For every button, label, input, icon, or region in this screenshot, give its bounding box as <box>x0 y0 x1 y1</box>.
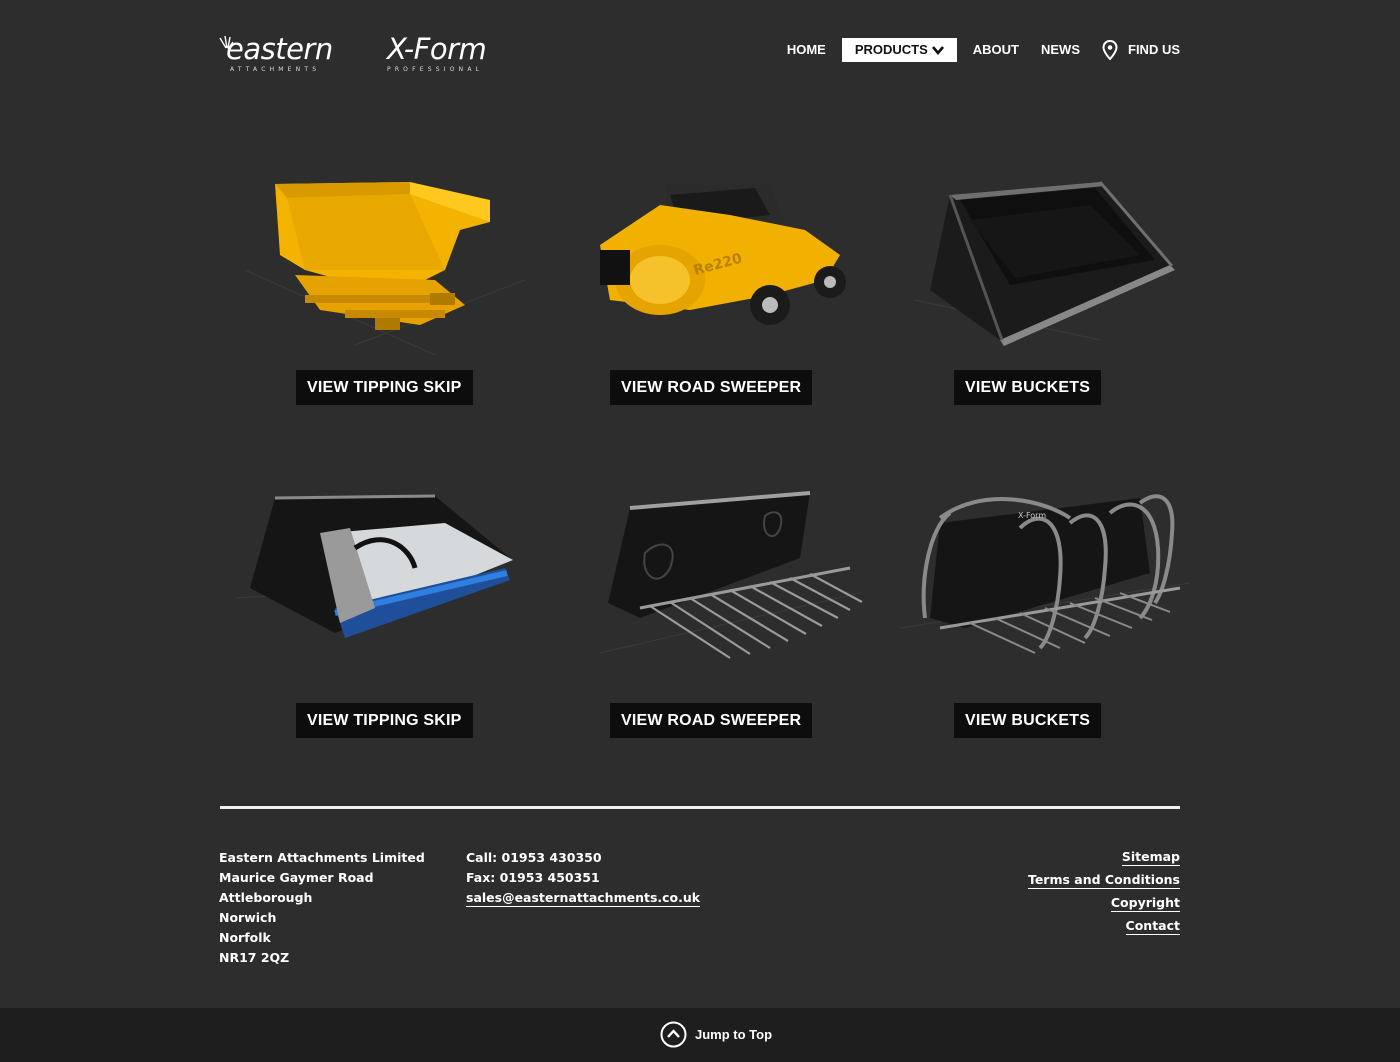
product-card: VIEW TIPPING SKIP <box>220 170 550 410</box>
eastern-logo-word: eastern <box>226 32 333 66</box>
view-button-label: VIEW TIPPING SKIP <box>307 379 462 396</box>
chevron-up-circle-icon <box>660 1021 687 1048</box>
product-card: VIEW BUCKETS <box>885 170 1215 410</box>
email-link[interactable]: sales@easternattachments.co.uk <box>466 889 701 907</box>
svg-text:X-Form: X-Form <box>1018 511 1046 520</box>
product-card: X-Form VIEW BUCKETS <box>885 488 1215 738</box>
view-tipping-skip-button[interactable]: VIEW TIPPING SKIP <box>296 370 473 405</box>
nav-products[interactable]: PRODUCTS <box>841 38 957 62</box>
address-line: Maurice Gaymer Road <box>219 870 374 885</box>
footer-links: Sitemap Terms and Conditions Copyright C… <box>1027 848 1180 940</box>
nav-home-label: HOME <box>786 42 826 57</box>
product-card: VIEW TIPPING SKIP <box>220 488 550 738</box>
contact-details: Call: 01953 430350 Fax: 01953 450351 sal… <box>466 848 701 908</box>
nav-news-label: NEWS <box>1041 42 1080 57</box>
copyright-link[interactable]: Copyright <box>1110 894 1180 912</box>
xform-logo-word: X-Form <box>387 32 487 66</box>
view-button-label: VIEW BUCKETS <box>965 379 1091 396</box>
chevron-down-icon <box>931 46 944 55</box>
map-pin-icon <box>1102 40 1118 60</box>
footer-divider <box>220 806 1180 809</box>
company-address: Eastern Attachments Limited Maurice Gaym… <box>219 848 425 968</box>
main-nav: HOME PRODUCTS ABOUT NEWS FIND US <box>776 38 1180 62</box>
muck-fork-image[interactable] <box>570 488 870 678</box>
nav-products-label: PRODUCTS <box>854 42 928 57</box>
view-road-sweeper-button[interactable]: VIEW ROAD SWEEPER <box>610 370 813 405</box>
view-button-label: VIEW TIPPING SKIP <box>307 712 462 729</box>
xform-logo-tagline: PROFESSIONAL <box>387 66 484 73</box>
view-buckets-button[interactable]: VIEW BUCKETS <box>954 370 1102 405</box>
contact-link[interactable]: Contact <box>1125 917 1180 935</box>
view-button-label: VIEW ROAD SWEEPER <box>621 379 802 396</box>
nav-home[interactable]: HOME <box>776 38 837 62</box>
sitemap-link[interactable]: Sitemap <box>1121 848 1180 866</box>
site-header: eastern ATTACHMENTS X-Form PROFESSIONAL … <box>0 0 1400 110</box>
grab-fork-image[interactable]: X-Form <box>900 488 1200 678</box>
sweeper-bucket-image[interactable] <box>235 488 535 658</box>
address-line: Eastern Attachments Limited <box>219 850 425 865</box>
xform-logo[interactable]: X-Form PROFESSIONAL <box>385 32 509 76</box>
bucket-image[interactable] <box>900 170 1200 360</box>
product-card: Re220 VIEW ROAD SWEEPER <box>555 170 885 410</box>
view-button-label: VIEW ROAD SWEEPER <box>621 712 802 729</box>
view-road-sweeper-button-2[interactable]: VIEW ROAD SWEEPER <box>610 703 813 738</box>
fax-number: Fax: 01953 450351 <box>466 870 600 885</box>
address-line: Norwich <box>219 910 277 925</box>
product-card: VIEW ROAD SWEEPER <box>555 488 885 738</box>
address-line: Norfolk <box>219 930 271 945</box>
nav-find-us[interactable]: FIND US <box>1091 38 1180 62</box>
nav-about[interactable]: ABOUT <box>962 38 1030 62</box>
bottom-bar: Jump to Top <box>0 1008 1400 1062</box>
road-sweeper-image[interactable]: Re220 <box>570 170 870 360</box>
view-buckets-button-2[interactable]: VIEW BUCKETS <box>954 703 1102 738</box>
eastern-logo-tagline: ATTACHMENTS <box>230 66 321 73</box>
phone-number: Call: 01953 430350 <box>466 850 602 865</box>
nav-news[interactable]: NEWS <box>1030 38 1091 62</box>
address-line: NR17 2QZ <box>219 950 290 965</box>
jump-to-top-label: Jump to Top <box>695 1027 773 1042</box>
tipping-skip-image[interactable] <box>235 170 535 360</box>
nav-find-us-label: FIND US <box>1128 42 1180 57</box>
view-button-label: VIEW BUCKETS <box>965 712 1091 729</box>
view-tipping-skip-button-2[interactable]: VIEW TIPPING SKIP <box>296 703 473 738</box>
eastern-logo[interactable]: eastern ATTACHMENTS <box>218 32 344 76</box>
jump-to-top-button[interactable]: Jump to Top <box>660 1021 772 1048</box>
nav-about-label: ABOUT <box>972 42 1019 57</box>
terms-link[interactable]: Terms and Conditions <box>1027 871 1180 889</box>
address-line: Attleborough <box>219 890 313 905</box>
